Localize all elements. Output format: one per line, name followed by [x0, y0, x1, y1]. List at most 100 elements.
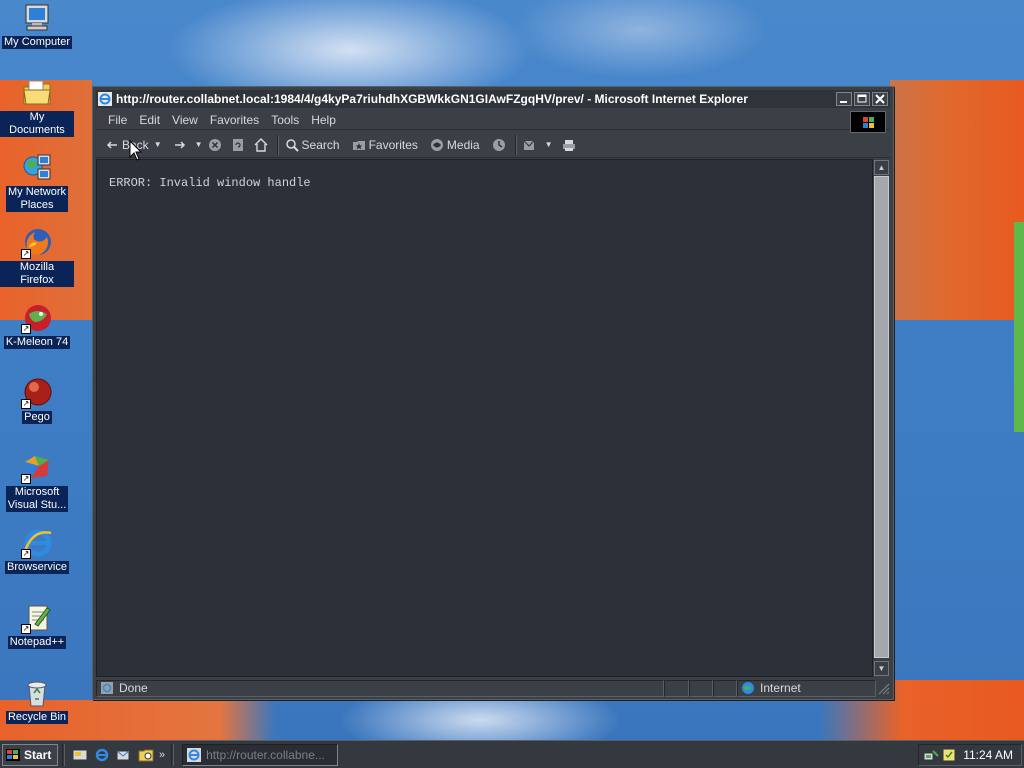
desktop-icon-label: My Computer — [1, 36, 73, 49]
desktop-icon-visual-studio[interactable]: ↗ Microsoft Visual Stu... — [0, 452, 74, 512]
search-button[interactable]: Search — [282, 134, 343, 156]
my-computer-icon — [21, 2, 53, 34]
shortcut-arrow-icon: ↗ — [21, 624, 31, 634]
taskbar-separator — [62, 743, 65, 766]
vertical-scrollbar[interactable]: ▲ ▼ — [873, 159, 890, 677]
scroll-thumb[interactable] — [874, 176, 889, 658]
media-button[interactable]: Media — [427, 134, 483, 156]
desktop-icon-recycle-bin[interactable]: Recycle Bin — [0, 677, 74, 724]
status-text-pane: Done — [96, 679, 664, 697]
minimize-button[interactable] — [836, 92, 852, 106]
desktop-icon-label: Recycle Bin — [5, 711, 69, 724]
network-tray-icon[interactable] — [923, 747, 939, 763]
refresh-button[interactable] — [228, 134, 251, 156]
show-desktop-icon[interactable] — [72, 747, 88, 763]
forward-button[interactable] — [170, 134, 193, 156]
stop-button[interactable] — [205, 134, 228, 156]
start-button[interactable]: Start — [2, 743, 58, 766]
desktop-icon-k-meleon[interactable]: ↗ K-Meleon 74 — [0, 302, 74, 349]
menu-tools[interactable]: Tools — [265, 113, 305, 127]
menu-file[interactable]: File — [102, 113, 133, 127]
mail-dropdown-icon[interactable]: ▼ — [545, 140, 553, 149]
explorer-folder-icon[interactable] — [138, 747, 154, 763]
page-done-icon — [100, 681, 114, 695]
desktop-icon-pego[interactable]: ↗ Pego — [0, 377, 74, 424]
window-titlebar[interactable]: http://router.collabnet.local:1984/4/g4k… — [96, 90, 890, 108]
menu-edit[interactable]: Edit — [133, 113, 166, 127]
desktop-icon-label: K-Meleon 74 — [3, 336, 71, 349]
menu-favorites[interactable]: Favorites — [204, 113, 265, 127]
desktop-icon-label: Microsoft Visual Stu... — [5, 486, 69, 512]
shortcut-arrow-icon: ↗ — [21, 399, 31, 409]
menu-view[interactable]: View — [166, 113, 204, 127]
print-icon — [562, 138, 576, 152]
refresh-icon — [231, 138, 245, 152]
history-icon — [492, 138, 506, 152]
resize-grip-icon[interactable] — [876, 681, 890, 695]
close-button[interactable] — [872, 92, 888, 106]
k-meleon-icon: ↗ — [21, 302, 53, 334]
network-places-icon — [21, 152, 53, 184]
back-dropdown-icon[interactable]: ▼ — [154, 140, 162, 149]
shortcut-arrow-icon: ↗ — [21, 324, 31, 334]
desktop-icon-label: Mozilla Firefox — [0, 261, 74, 287]
desktop-icon-label: My Network Places — [5, 186, 69, 212]
maximize-button[interactable] — [854, 92, 870, 106]
windows-flag-icon — [6, 748, 20, 761]
visual-studio-icon: ↗ — [21, 452, 53, 484]
outlook-express-icon[interactable] — [116, 747, 132, 763]
taskbar-window-button[interactable]: http://router.collabne... — [182, 743, 339, 766]
page-content: ERROR: Invalid window handle — [96, 159, 873, 677]
forward-arrow-icon — [173, 138, 187, 152]
firefox-icon: ↗ — [21, 227, 53, 259]
home-button[interactable] — [251, 134, 274, 156]
home-icon — [254, 137, 268, 152]
desktop-icon-my-computer[interactable]: My Computer — [0, 2, 74, 49]
history-button[interactable] — [489, 134, 512, 156]
recycle-bin-icon — [21, 677, 53, 709]
taskbar: Start » http://router.collabne... 11:24 … — [0, 740, 1024, 768]
status-pane-empty — [713, 679, 738, 697]
clock[interactable]: 11:24 AM — [963, 748, 1013, 762]
status-bar: Done Internet — [96, 679, 890, 697]
quick-launch-chevron-icon[interactable]: » — [159, 749, 165, 761]
desktop-icon-network-places[interactable]: My Network Places — [0, 152, 74, 212]
desktop-icon-label: Browservice — [5, 561, 69, 574]
status-pane-empty — [663, 679, 690, 697]
notepad-plus-plus-icon: ↗ — [21, 602, 53, 634]
print-button[interactable] — [559, 134, 582, 156]
toolbar-separator — [514, 134, 517, 155]
internet-explorer-icon — [98, 92, 112, 106]
desktop-icon-browservice[interactable]: ↗ Browservice — [0, 527, 74, 574]
shortcut-arrow-icon: ↗ — [21, 249, 31, 259]
desktop-icon-label: Pego — [22, 411, 52, 424]
system-tray: 11:24 AM — [918, 744, 1022, 766]
scroll-down-button[interactable]: ▼ — [874, 661, 889, 676]
status-pane-empty — [689, 679, 714, 697]
mail-button[interactable] — [520, 134, 543, 156]
mouse-cursor-icon — [129, 140, 143, 161]
wallpaper-green-strip — [1014, 222, 1024, 432]
forward-dropdown-icon[interactable]: ▼ — [195, 140, 203, 149]
error-message: ERROR: Invalid window handle — [109, 176, 311, 190]
back-arrow-icon — [105, 138, 119, 152]
taskbar-separator — [171, 743, 175, 766]
notes-tray-icon[interactable] — [941, 747, 957, 763]
internet-explorer-icon: ↗ — [21, 527, 53, 559]
browser-window: http://router.collabnet.local:1984/4/g4k… — [92, 86, 894, 700]
internet-explorer-icon — [186, 747, 202, 763]
desktop-icon-my-documents[interactable]: My Documents — [0, 77, 74, 137]
menu-bar: File Edit View Favorites Tools Help — [96, 110, 890, 133]
desktop-icon-label: My Documents — [0, 111, 74, 137]
menu-help[interactable]: Help — [305, 113, 342, 127]
desktop-icon-firefox[interactable]: ↗ Mozilla Firefox — [0, 227, 74, 287]
favorites-button[interactable]: Favorites — [349, 134, 421, 156]
back-button[interactable]: Back — [102, 134, 152, 156]
wallpaper-orange-band — [890, 80, 1024, 320]
desktop-icon-label: Notepad++ — [7, 636, 67, 649]
desktop-icon-notepad-plus-plus[interactable]: ↗ Notepad++ — [0, 602, 74, 649]
search-icon — [285, 138, 299, 152]
internet-explorer-icon[interactable] — [94, 747, 110, 763]
favorites-folder-icon — [352, 138, 366, 152]
scroll-up-button[interactable]: ▲ — [874, 160, 889, 175]
